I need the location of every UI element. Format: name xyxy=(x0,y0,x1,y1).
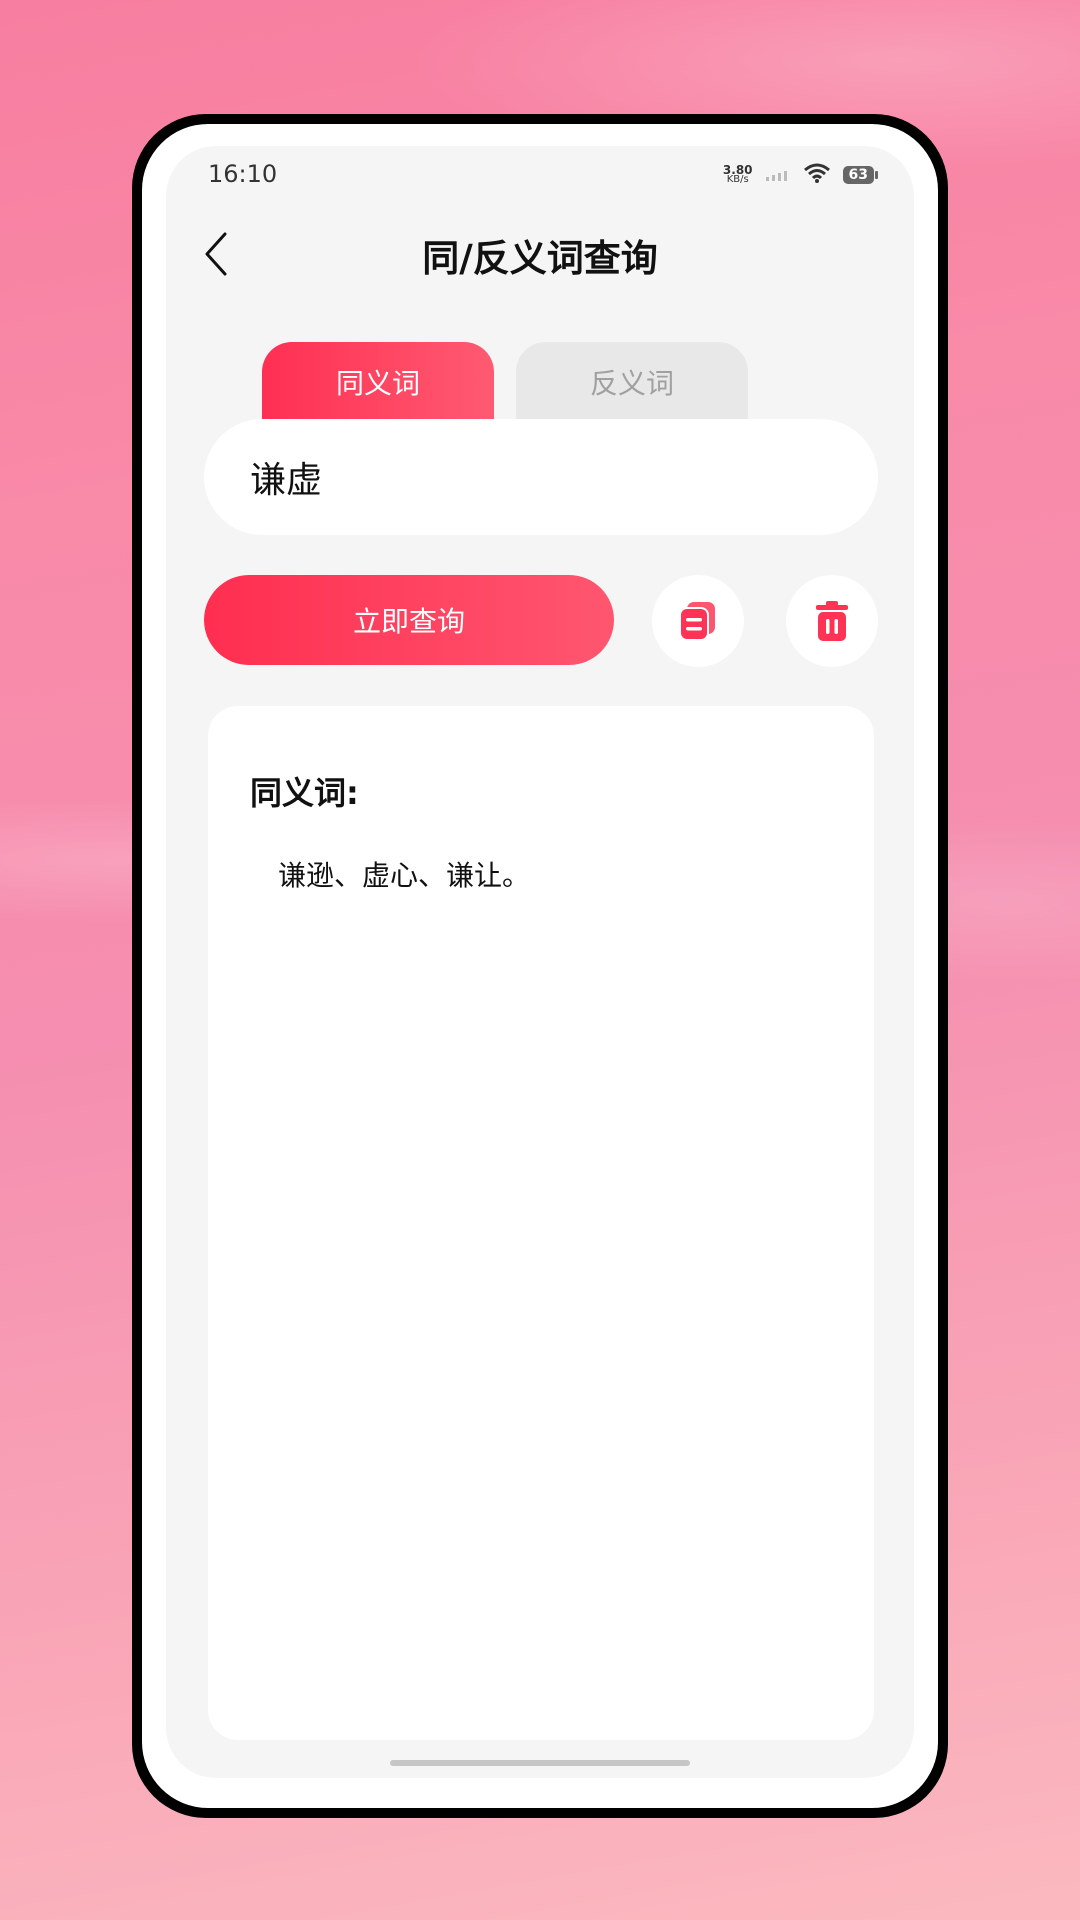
copy-icon xyxy=(679,602,715,641)
delete-button[interactable] xyxy=(786,575,878,667)
tab-antonym[interactable]: 反义词 xyxy=(516,342,748,422)
status-time: 16:10 xyxy=(208,160,278,188)
search-input[interactable]: 谦虚 xyxy=(204,419,878,535)
network-speed: 3.80 KB/s xyxy=(723,164,753,185)
result-card: 同义词: 谦逊、虚心、谦让。 xyxy=(208,706,874,1740)
app-screen: 16:10 3.80 KB/s 63 同/反义词查询 同义词 反义词 谦虚 立即… xyxy=(166,146,914,1778)
search-input-value: 谦虚 xyxy=(250,460,323,501)
battery-icon: 63 xyxy=(842,166,879,184)
signal-icon xyxy=(765,166,791,185)
status-icons: 3.80 KB/s 63 xyxy=(723,162,879,188)
home-indicator[interactable] xyxy=(390,1760,690,1766)
network-speed-unit: KB/s xyxy=(726,174,749,185)
trash-icon xyxy=(816,601,848,641)
wifi-icon xyxy=(803,162,831,188)
copy-button[interactable] xyxy=(652,575,744,667)
result-heading: 同义词: xyxy=(250,774,359,812)
result-text: 谦逊、虚心、谦让。 xyxy=(278,859,531,892)
tab-synonym[interactable]: 同义词 xyxy=(262,342,494,422)
page-title: 同/反义词查询 xyxy=(422,237,658,280)
query-button[interactable]: 立即查询 xyxy=(204,575,614,665)
